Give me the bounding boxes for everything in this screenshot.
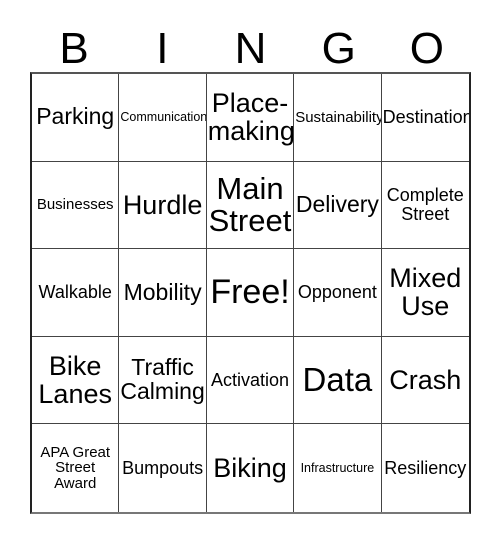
- bingo-header-letter-o: O: [409, 24, 445, 73]
- bingo-cell-label: Infrastructure: [300, 460, 375, 475]
- bingo-cell[interactable]: Bumpouts: [119, 424, 207, 512]
- bingo-card: B I N G O Parking Communication Place-ma…: [0, 0, 500, 544]
- bingo-cell-label: Data: [302, 360, 373, 398]
- bingo-cell[interactable]: Delivery: [294, 161, 382, 250]
- bingo-cell-label: Communication: [120, 109, 207, 124]
- bingo-cell[interactable]: APA Great Street Award: [32, 424, 120, 512]
- bingo-cell[interactable]: Infrastructure: [294, 424, 382, 512]
- bingo-cell[interactable]: Mobility: [119, 249, 207, 337]
- bingo-cell-label: Destination: [382, 106, 469, 127]
- bingo-cell-label: Mobility: [123, 278, 202, 305]
- bingo-header-letter-n: N: [234, 24, 267, 73]
- bingo-cell[interactable]: Sustainability: [294, 74, 382, 162]
- bingo-cell-label: APA Great Street Award: [40, 443, 111, 492]
- bingo-cell[interactable]: Bike Lanes: [32, 336, 120, 425]
- bingo-cell[interactable]: Main Street: [206, 161, 295, 250]
- bingo-cell[interactable]: Complete Street: [381, 161, 469, 250]
- bingo-cell[interactable]: Data: [294, 336, 382, 425]
- bingo-cell-label: Complete Street: [386, 185, 464, 224]
- bingo-cell-label: Opponent: [297, 282, 377, 303]
- bingo-cell-label: Parking: [36, 103, 115, 130]
- bingo-header-letter-g: G: [321, 24, 356, 73]
- bingo-cell-label: Hurdle: [122, 189, 203, 220]
- bingo-cell-label: Main Street: [208, 170, 292, 238]
- bingo-cell-label: Activation: [210, 369, 290, 390]
- bingo-cell-label: Resiliency: [384, 457, 467, 478]
- bingo-cell[interactable]: Resiliency: [381, 424, 469, 512]
- bingo-header: B I N G O: [30, 18, 471, 72]
- bingo-grid: Parking Communication Place-making Susta…: [30, 72, 471, 514]
- bingo-cell-label: Sustainability: [295, 108, 382, 126]
- bingo-cell-label: Delivery: [295, 190, 379, 217]
- bingo-cell[interactable]: Hurdle: [119, 161, 207, 250]
- bingo-cell[interactable]: Place-making: [206, 74, 295, 162]
- bingo-cell-label: Walkable: [38, 282, 112, 303]
- bingo-cell-label: Crash: [389, 365, 462, 396]
- bingo-cell-label: Mixed Use: [389, 263, 462, 322]
- bingo-cell[interactable]: Destination: [381, 74, 469, 162]
- bingo-cell-label: Traffic Calming: [120, 354, 205, 405]
- bingo-header-letter-i: I: [156, 24, 169, 73]
- bingo-cell-label: Free!: [210, 272, 290, 311]
- bingo-cell[interactable]: Mixed Use: [381, 249, 469, 337]
- bingo-header-letter-b: B: [59, 24, 89, 73]
- bingo-cell-free-space[interactable]: Free!: [206, 249, 295, 337]
- bingo-cell[interactable]: Traffic Calming: [119, 336, 207, 425]
- bingo-cell-label: Bike Lanes: [38, 351, 112, 410]
- bingo-cell-label: Biking: [213, 453, 287, 484]
- bingo-cell[interactable]: Biking: [206, 424, 295, 512]
- bingo-cell[interactable]: Walkable: [32, 249, 120, 337]
- bingo-cell[interactable]: Businesses: [32, 161, 120, 250]
- bingo-cell[interactable]: Parking: [32, 74, 120, 162]
- bingo-cell[interactable]: Opponent: [294, 249, 382, 337]
- bingo-cell-label: Place-making: [207, 88, 295, 147]
- bingo-cell-label: Businesses: [36, 196, 114, 214]
- bingo-cell[interactable]: Activation: [206, 336, 295, 425]
- bingo-cell[interactable]: Communication: [119, 74, 207, 162]
- bingo-cell[interactable]: Crash: [381, 336, 469, 425]
- bingo-cell-label: Bumpouts: [122, 457, 204, 478]
